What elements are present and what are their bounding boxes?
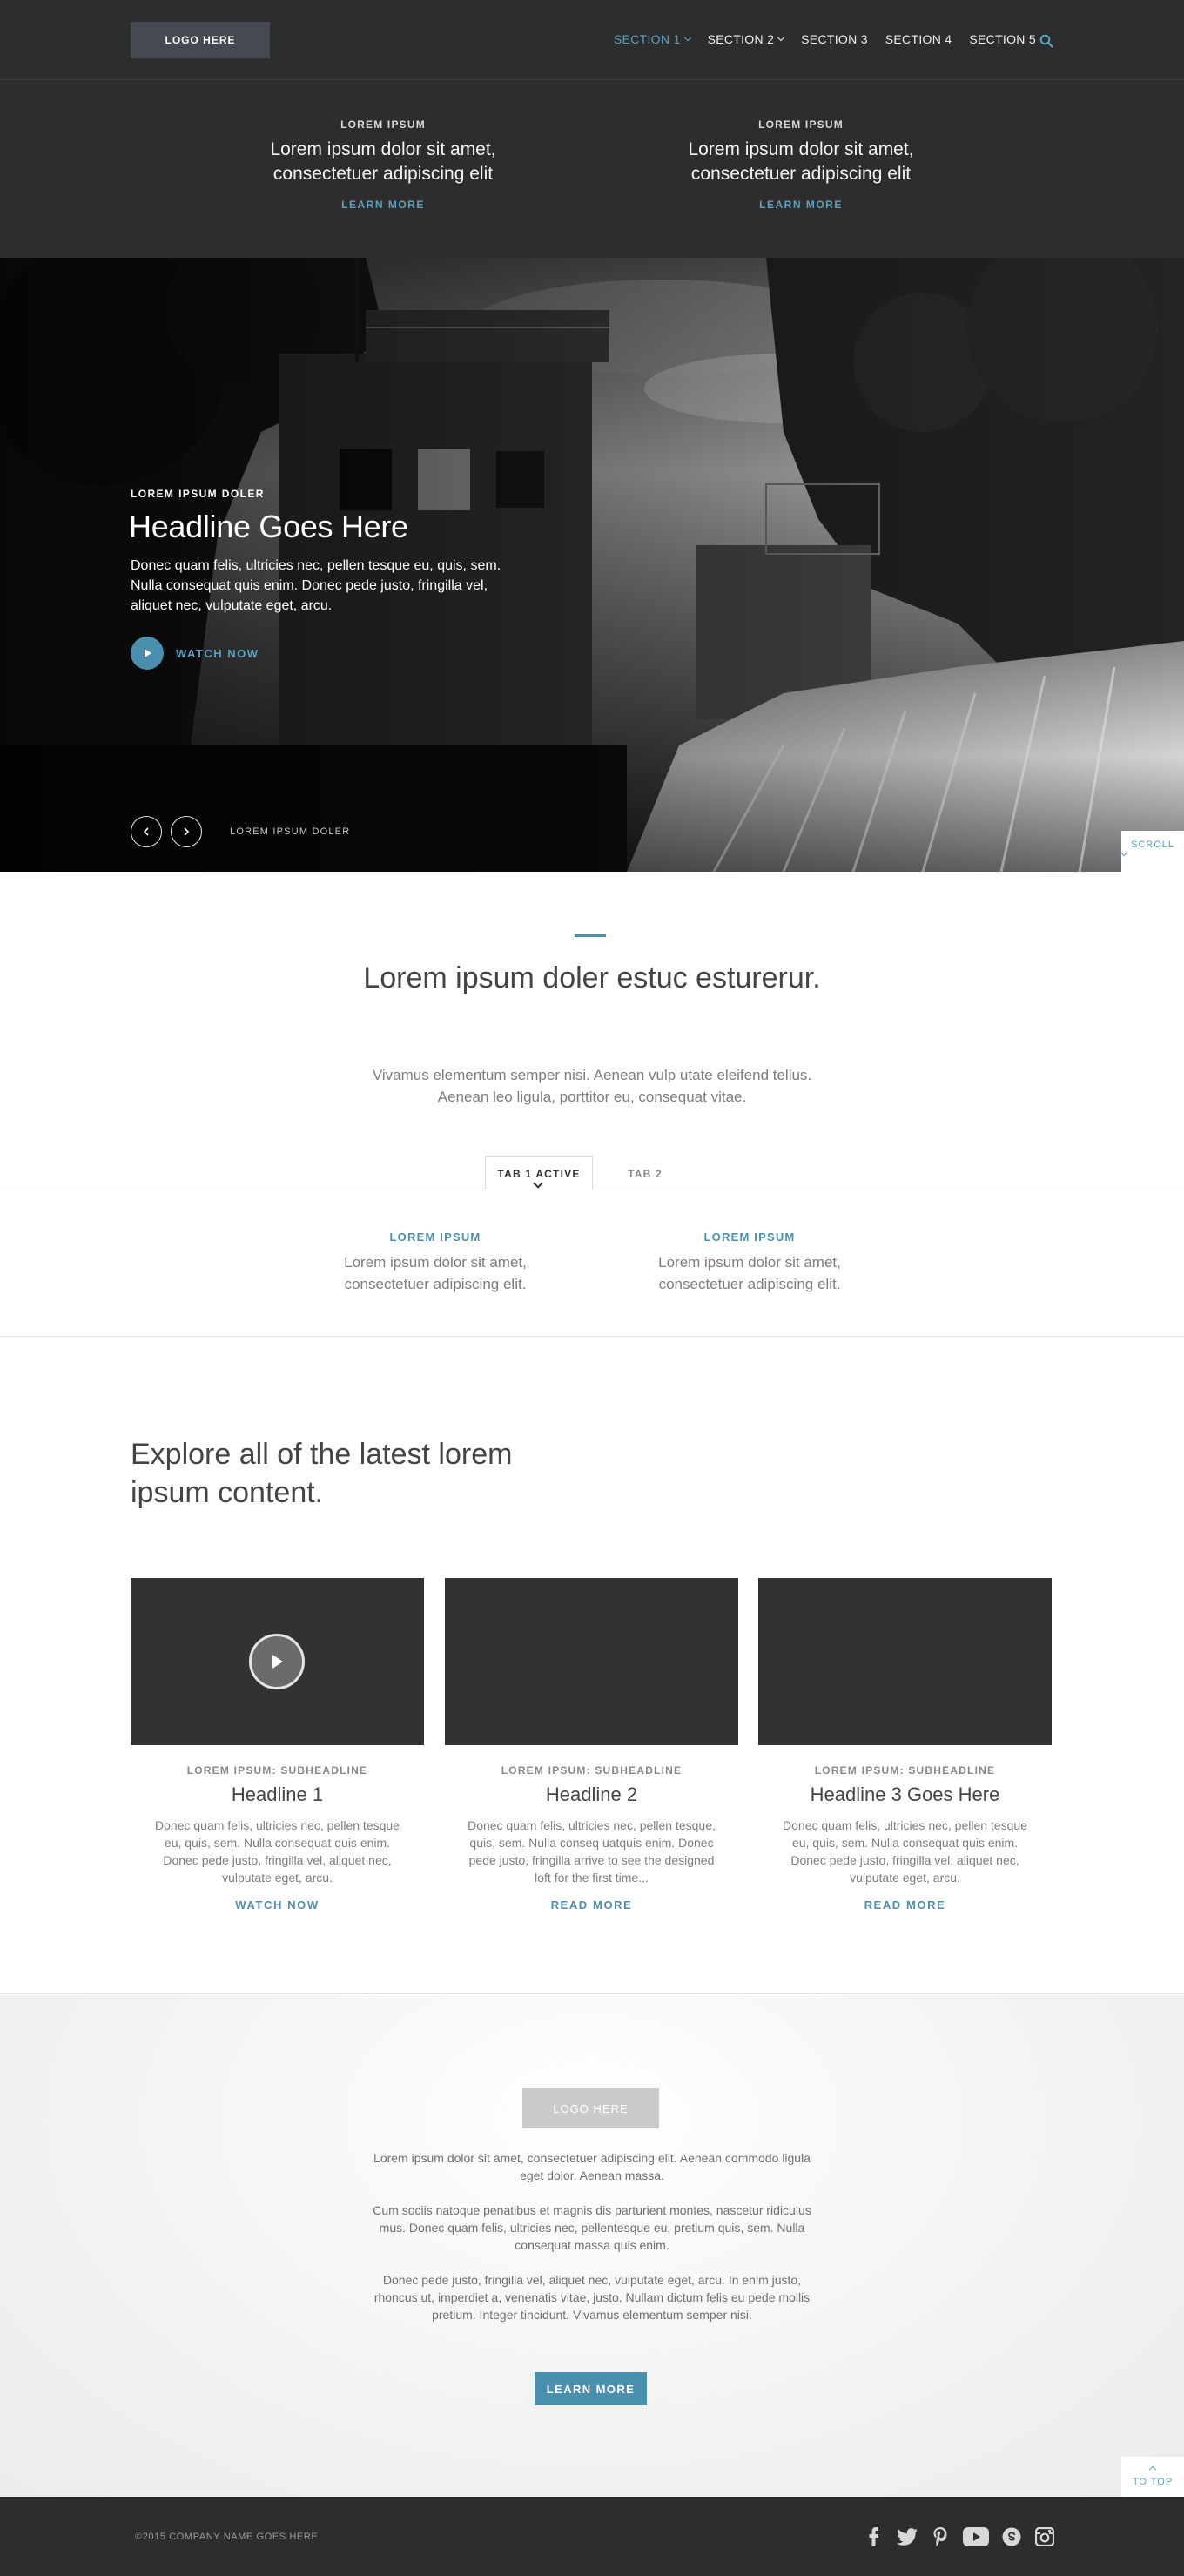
slide-label: LOREM IPSUM DOLER (230, 826, 351, 837)
nav-dropdown-panel: LOREM IPSUM Lorem ipsum dolor sit amet, … (0, 80, 1184, 258)
nav-item-label: SECTION 2 (707, 32, 775, 46)
page: LOGO HERE SECTION 1 SECTION 2 SECTION 3 … (0, 0, 1184, 2576)
promo-paragraph: Cum sociis natoque penatibus et magnis d… (373, 2203, 811, 2252)
youtube-icon[interactable] (963, 2526, 989, 2547)
intro-section: Lorem ipsum doler estuc esturerur. Vivam… (0, 872, 1184, 1191)
nav-item-label: SECTION 5 (969, 32, 1036, 46)
tab-panel: LOREM IPSUM Lorem ipsum dolor sit amet, … (0, 1190, 1184, 1337)
card-media[interactable] (131, 1578, 424, 1745)
card-headline[interactable]: Headline 2 (445, 1784, 738, 1806)
scroll-button[interactable]: SCROLL (1120, 831, 1184, 872)
top-navigation: LOGO HERE SECTION 1 SECTION 2 SECTION 3 … (0, 0, 1184, 80)
to-top-label: TO TOP (1132, 2477, 1174, 2487)
skype-icon[interactable] (1001, 2526, 1022, 2547)
promo-paragraph: Lorem ipsum dolor sit amet, consectetuer… (373, 2151, 811, 2182)
copyright: ©2015 COMPANY NAME GOES HERE (135, 2532, 319, 2542)
next-slide-button[interactable] (171, 816, 202, 847)
dropdown-item-kicker: LOREM IPSUM (758, 118, 844, 131)
logo[interactable]: LOGO HERE (131, 22, 270, 58)
tab-2[interactable]: TAB 2 (609, 1156, 681, 1191)
slider-controls: LOREM IPSUM DOLER (131, 816, 350, 847)
intro-title: Lorem ipsum doler estuc esturerur. (363, 961, 821, 995)
card-media[interactable] (445, 1578, 738, 1745)
tab-panel-text: Lorem ipsum dolor sit amet, consectetuer… (344, 1254, 527, 1292)
hero-headline: Headline Goes Here (129, 509, 408, 544)
card-body: Donec quam felis, ultricies nec, pellen … (468, 1818, 716, 1885)
card-headline[interactable]: Headline 3 Goes Here (758, 1784, 1052, 1806)
read-more-link[interactable]: READ MORE (758, 1898, 1052, 1912)
promo-paragraph: Donec pede justo, fringilla vel, aliquet… (373, 2273, 811, 2322)
twitter-icon[interactable] (897, 2526, 918, 2547)
previous-slide-button[interactable] (131, 816, 162, 847)
dropdown-item: LOREM IPSUM Lorem ipsum dolor sit amet, … (244, 118, 522, 212)
pinterest-icon[interactable] (930, 2526, 951, 2547)
read-more-link[interactable]: READ MORE (445, 1898, 738, 1912)
learn-more-link[interactable]: LEARN MORE (341, 199, 425, 211)
play-icon[interactable] (249, 1634, 305, 1689)
tab-panel-kicker: LOREM IPSUM (389, 1231, 481, 1244)
tab-panel-item: LOREM IPSUM Lorem ipsum dolor sit amet, … (628, 1231, 871, 1295)
social-links (864, 2526, 1055, 2547)
nav-item-label: SECTION 1 (613, 32, 681, 46)
to-top-button[interactable]: TO TOP (1121, 2457, 1184, 2497)
chevron-left-icon (143, 827, 149, 836)
scroll-label: SCROLL (1130, 840, 1175, 850)
dropdown-item: LOREM IPSUM Lorem ipsum dolor sit amet, … (662, 118, 940, 212)
instagram-icon[interactable] (1034, 2526, 1055, 2547)
play-icon (131, 637, 164, 670)
content-card: LOREM IPSUM: SUBHEADLINE Headline 2 Done… (445, 1578, 738, 1912)
tab-bar: TAB 1 ACTIVE TAB 2 (0, 1156, 1184, 1191)
chevron-down-icon (777, 33, 785, 42)
chevron-down-icon (1120, 848, 1128, 857)
main-nav: SECTION 1 SECTION 2 SECTION 3 SECTION 4 … (614, 32, 1036, 46)
facebook-icon[interactable] (864, 2526, 885, 2547)
card-body: Donec quam felis, ultricies nec, pellen … (783, 1818, 1027, 1885)
watch-now-button[interactable]: WATCH NOW (131, 637, 259, 670)
tab-panel-text: Lorem ipsum dolor sit amet, consectetuer… (658, 1254, 841, 1292)
watch-now-link[interactable]: WATCH NOW (131, 1898, 424, 1912)
card-kicker: LOREM IPSUM: SUBHEADLINE (814, 1764, 996, 1777)
chevron-up-icon (1148, 2465, 1157, 2474)
footer: ©2015 COMPANY NAME GOES HERE (0, 2497, 1184, 2576)
promo-logo: LOGO HERE (522, 2088, 659, 2128)
search-icon[interactable] (1039, 34, 1053, 48)
card-media[interactable] (758, 1578, 1052, 1745)
nav-item-section-4[interactable]: SECTION 4 (885, 32, 952, 46)
card-headline[interactable]: Headline 1 (131, 1784, 424, 1806)
nav-item-label: SECTION 3 (801, 32, 868, 46)
content-card: LOREM IPSUM: SUBHEADLINE Headline 3 Goes… (758, 1578, 1052, 1912)
tab-panel-item: LOREM IPSUM Lorem ipsum dolor sit amet, … (313, 1231, 557, 1295)
nav-item-section-3[interactable]: SECTION 3 (801, 32, 868, 46)
intro-body: Vivamus elementum semper nisi. Aenean vu… (372, 1067, 812, 1105)
card-kicker: LOREM IPSUM: SUBHEADLINE (501, 1764, 683, 1777)
content-card: LOREM IPSUM: SUBHEADLINE Headline 1 Done… (131, 1578, 424, 1912)
promo-text: Lorem ipsum dolor sit amet, consectetuer… (366, 2149, 818, 2341)
nav-item-section-2[interactable]: SECTION 2 (707, 32, 785, 46)
nav-item-section-1[interactable]: SECTION 1 (613, 32, 691, 46)
dropdown-item-text: Lorem ipsum dolor sit amet, consectetuer… (688, 139, 914, 184)
chevron-down-icon (683, 33, 691, 42)
learn-more-button[interactable]: LEARN MORE (535, 2372, 647, 2405)
nav-item-label: SECTION 4 (885, 32, 952, 46)
hero-kicker: LOREM IPSUM DOLER (131, 488, 265, 500)
explore-section: Explore all of the latest lorem ipsum co… (0, 1338, 1184, 1994)
card-kicker: LOREM IPSUM: SUBHEADLINE (186, 1764, 368, 1777)
card-body: Donec quam felis, ultricies nec, pellen … (155, 1818, 400, 1885)
watch-now-label: WATCH NOW (176, 646, 259, 660)
learn-more-link[interactable]: LEARN MORE (759, 199, 843, 211)
nav-item-section-5[interactable]: SECTION 5 (969, 32, 1036, 46)
tab-panel-kicker: LOREM IPSUM (703, 1231, 796, 1244)
dropdown-item-text: Lorem ipsum dolor sit amet, consectetuer… (270, 139, 496, 184)
explore-title: Explore all of the latest lorem ipsum co… (131, 1438, 513, 1509)
accent-divider (575, 934, 606, 937)
hero-body: Donec quam felis, ultricies nec, pellen … (131, 558, 501, 613)
dropdown-item-kicker: LOREM IPSUM (340, 118, 426, 131)
chevron-right-icon (184, 827, 190, 836)
hero-slider: LOREM IPSUM DOLER Headline Goes Here Don… (0, 258, 1184, 872)
promo-section: LOGO HERE Lorem ipsum dolor sit amet, co… (0, 1995, 1184, 2497)
